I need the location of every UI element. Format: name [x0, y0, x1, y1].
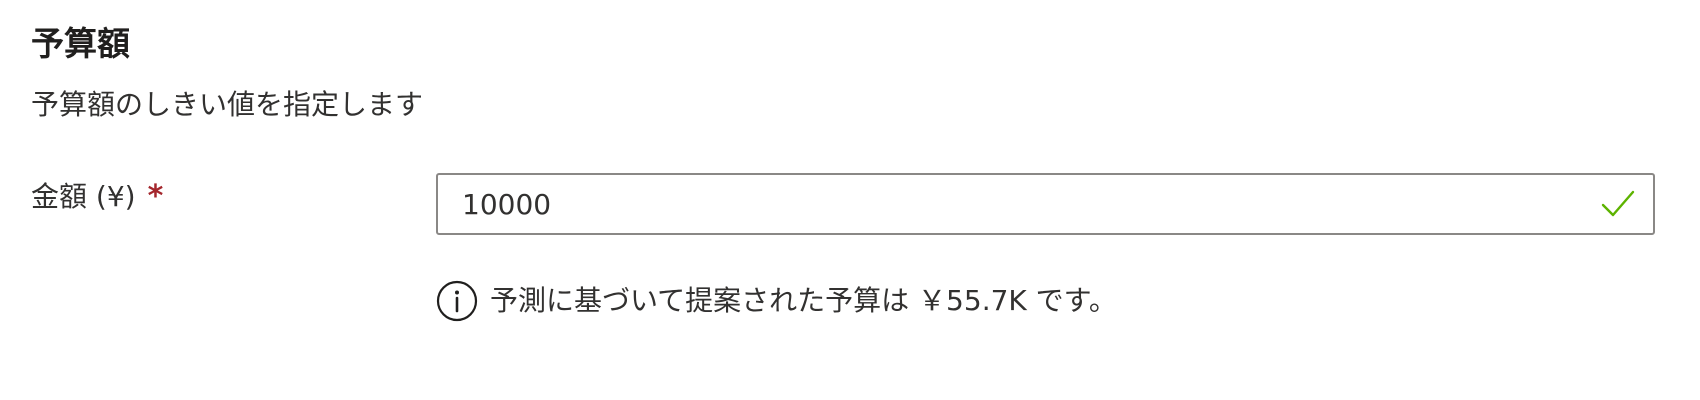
amount-input-container[interactable]: [436, 173, 1655, 235]
forecast-hint-text: 予測に基づいて提案された予算は ￥55.7K です。: [490, 284, 1117, 317]
amount-input[interactable]: [462, 175, 1562, 233]
checkmark-icon: [1601, 190, 1635, 217]
section-description: 予算額のしきい値を指定します: [31, 88, 424, 121]
section-title: 予算額: [31, 24, 130, 63]
amount-label-text: 金額 (¥): [31, 180, 136, 213]
amount-field-label: 金額 (¥) *: [31, 178, 163, 216]
info-icon: [436, 280, 478, 322]
forecast-hint: 予測に基づいて提案された予算は ￥55.7K です。: [436, 280, 1117, 322]
required-indicator: *: [147, 179, 164, 214]
